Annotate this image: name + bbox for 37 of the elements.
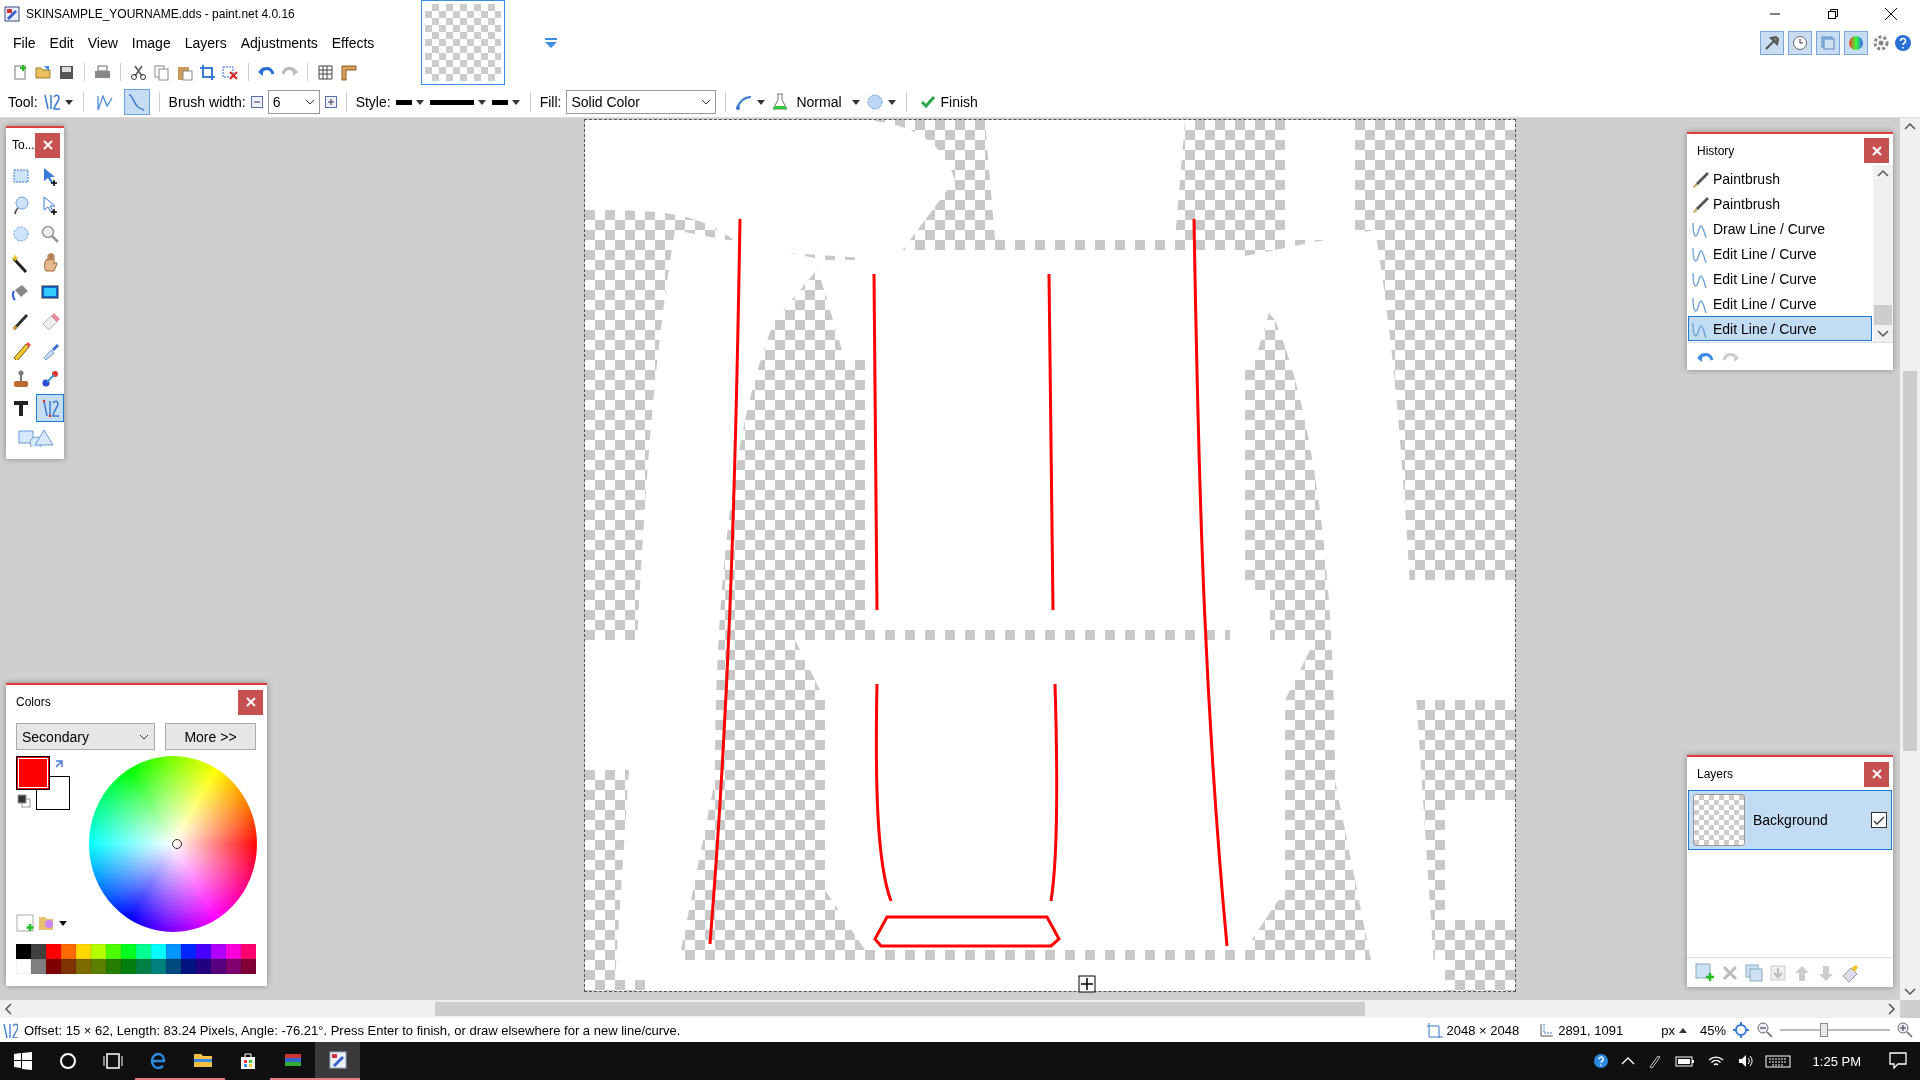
- panel-title: To...: [12, 138, 35, 152]
- fill-label: Fill:: [539, 93, 562, 110]
- fill-dropdown[interactable]: Solid Color: [566, 89, 717, 114]
- panel-title: Layers: [1697, 767, 1734, 781]
- tool-label: Tool:: [8, 93, 38, 110]
- clock[interactable]: 1:25 PM: [1812, 1053, 1861, 1069]
- menu-item[interactable]: File: [6, 31, 43, 55]
- blend-mode-dropdown[interactable]: Normal: [771, 92, 861, 111]
- history-item[interactable]: Paintbrush: [1688, 191, 1872, 216]
- layer-name: Background: [1753, 812, 1829, 828]
- image-size: 2048 × 2048: [1446, 1022, 1520, 1038]
- units-selector[interactable]: px: [1661, 1022, 1675, 1038]
- menu-item[interactable]: Layers: [177, 31, 234, 55]
- history-item[interactable]: Edit Line / Curve: [1688, 241, 1872, 266]
- menu-item[interactable]: Effects: [324, 31, 382, 55]
- menu-item[interactable]: Edit: [42, 31, 81, 55]
- history-item[interactable]: Edit Line / Curve: [1688, 316, 1872, 341]
- color-mode-dropdown[interactable]: Secondary: [16, 723, 155, 750]
- brush-width-dropdown[interactable]: 6: [267, 89, 320, 114]
- zoom-level[interactable]: 45%: [1699, 1022, 1726, 1038]
- panel-title: History: [1697, 143, 1735, 158]
- history-item[interactable]: Draw Line / Curve: [1688, 216, 1872, 241]
- menu-item[interactable]: Image: [124, 31, 178, 55]
- status-message: Offset: 15 × 62, Length: 83.24 Pixels, Angle: -76.21°. Press Enter to finish, or draw elsewhere for a new line/curve.: [24, 1022, 681, 1038]
- history-item[interactable]: Paintbrush: [1688, 166, 1872, 191]
- menu-item[interactable]: View: [80, 31, 125, 55]
- panel-title: Colors: [16, 695, 51, 709]
- style-label: Style:: [355, 93, 391, 110]
- brush-width-label: Brush width:: [168, 93, 246, 110]
- cursor-position: 2891, 1091: [1558, 1022, 1624, 1038]
- menu-item[interactable]: Adjustments: [233, 31, 325, 55]
- history-item[interactable]: Edit Line / Curve: [1688, 266, 1872, 291]
- window-title: SKINSAMPLE_YOURNAME.dds - paint.net 4.0.16: [26, 7, 296, 21]
- more-button[interactable]: More >>: [165, 723, 256, 750]
- finish-button[interactable]: Finish: [915, 93, 982, 110]
- history-item[interactable]: Edit Line / Curve: [1688, 291, 1872, 316]
- layer-item[interactable]: Background: [1688, 790, 1892, 850]
